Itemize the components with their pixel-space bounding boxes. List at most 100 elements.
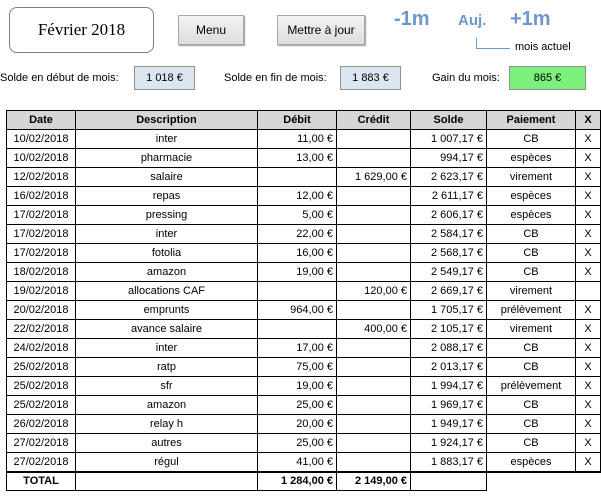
payment-cell[interactable]: espèces [486, 148, 576, 168]
description-cell[interactable]: autres [75, 433, 258, 453]
description-cell[interactable]: inter [75, 224, 258, 244]
x-cell[interactable]: X [575, 224, 601, 244]
description-cell[interactable]: relay h [75, 414, 258, 434]
description-cell[interactable]: repas [75, 186, 258, 206]
x-cell[interactable]: X [575, 357, 601, 377]
debit-cell[interactable]: 13,00 € [257, 148, 337, 168]
balance-cell[interactable]: 2 568,17 € [410, 243, 487, 263]
description-cell[interactable]: pharmacie [75, 148, 258, 168]
credit-cell[interactable] [336, 262, 411, 282]
payment-cell[interactable]: CB [486, 262, 576, 282]
x-cell[interactable]: X [575, 262, 601, 282]
credit-cell[interactable] [336, 224, 411, 244]
payment-cell[interactable]: prélèvement [486, 300, 576, 320]
credit-cell[interactable] [336, 452, 411, 472]
date-cell[interactable]: 17/02/2018 [6, 243, 76, 263]
credit-cell[interactable] [336, 148, 411, 168]
x-cell[interactable]: X [575, 186, 601, 206]
payment-cell[interactable]: CB [486, 357, 576, 377]
credit-cell[interactable] [336, 376, 411, 396]
balance-cell[interactable]: 2 611,17 € [410, 186, 487, 206]
payment-cell[interactable]: CB [486, 433, 576, 453]
balance-cell[interactable]: 2 549,17 € [410, 262, 487, 282]
debit-cell[interactable]: 964,00 € [257, 300, 337, 320]
x-cell[interactable]: X [575, 319, 601, 339]
balance-cell[interactable]: 2 606,17 € [410, 205, 487, 225]
date-cell[interactable]: 18/02/2018 [6, 262, 76, 282]
payment-cell[interactable]: CB [486, 224, 576, 244]
column-header-description[interactable]: Description [75, 110, 258, 130]
date-cell[interactable]: 26/02/2018 [6, 414, 76, 434]
description-cell[interactable]: sfr [75, 376, 258, 396]
payment-cell[interactable]: virement [486, 167, 576, 187]
column-header-payment[interactable]: Paiement [486, 110, 576, 130]
balance-cell[interactable]: 2 105,17 € [410, 319, 487, 339]
debit-cell[interactable]: 11,00 € [257, 129, 337, 149]
column-header-date[interactable]: Date [6, 110, 76, 130]
menu-button[interactable]: Menu [178, 15, 244, 45]
x-cell[interactable]: X [575, 205, 601, 225]
description-cell[interactable]: emprunts [75, 300, 258, 320]
balance-cell[interactable]: 1 949,17 € [410, 414, 487, 434]
credit-cell[interactable] [336, 186, 411, 206]
balance-cell[interactable]: 1 969,17 € [410, 395, 487, 415]
x-cell[interactable]: X [575, 129, 601, 149]
x-cell[interactable]: X [575, 300, 601, 320]
credit-cell[interactable] [336, 414, 411, 434]
payment-cell[interactable]: CB [486, 414, 576, 434]
balance-cell[interactable]: 1 994,17 € [410, 376, 487, 396]
payment-cell[interactable]: CB [486, 243, 576, 263]
payment-cell[interactable]: CB [486, 129, 576, 149]
x-cell[interactable]: X [575, 433, 601, 453]
description-cell[interactable]: allocations CAF [75, 281, 258, 301]
description-cell[interactable]: amazon [75, 395, 258, 415]
debit-cell[interactable]: 16,00 € [257, 243, 337, 263]
x-cell[interactable]: X [575, 414, 601, 434]
debit-cell[interactable]: 17,00 € [257, 338, 337, 358]
credit-cell[interactable] [336, 357, 411, 377]
debit-cell[interactable]: 22,00 € [257, 224, 337, 244]
description-cell[interactable]: inter [75, 338, 258, 358]
date-cell[interactable]: 24/02/2018 [6, 338, 76, 358]
balance-cell[interactable]: 1 924,17 € [410, 433, 487, 453]
date-cell[interactable]: 25/02/2018 [6, 395, 76, 415]
payment-cell[interactable]: prélèvement [486, 376, 576, 396]
column-header-x[interactable]: X [575, 110, 601, 130]
payment-cell[interactable]: CB [486, 395, 576, 415]
x-cell[interactable] [575, 281, 601, 301]
prev-month-button[interactable]: -1m [394, 8, 430, 31]
date-cell[interactable]: 10/02/2018 [6, 148, 76, 168]
debit-cell[interactable] [257, 281, 337, 301]
date-cell[interactable]: 12/02/2018 [6, 167, 76, 187]
description-cell[interactable]: ratp [75, 357, 258, 377]
today-button[interactable]: Auj. [458, 12, 486, 29]
description-cell[interactable]: inter [75, 129, 258, 149]
description-cell[interactable]: régul [75, 452, 258, 472]
debit-cell[interactable]: 20,00 € [257, 414, 337, 434]
credit-cell[interactable]: 400,00 € [336, 319, 411, 339]
balance-cell[interactable]: 2 669,17 € [410, 281, 487, 301]
payment-cell[interactable]: virement [486, 319, 576, 339]
balance-cell[interactable]: 1 705,17 € [410, 300, 487, 320]
credit-cell[interactable] [336, 205, 411, 225]
description-cell[interactable]: salaire [75, 167, 258, 187]
debit-cell[interactable]: 12,00 € [257, 186, 337, 206]
date-cell[interactable]: 17/02/2018 [6, 224, 76, 244]
credit-cell[interactable] [336, 300, 411, 320]
date-cell[interactable]: 16/02/2018 [6, 186, 76, 206]
debit-cell[interactable]: 75,00 € [257, 357, 337, 377]
description-cell[interactable]: pressing [75, 205, 258, 225]
credit-cell[interactable] [336, 395, 411, 415]
balance-cell[interactable]: 2 584,17 € [410, 224, 487, 244]
debit-cell[interactable]: 41,00 € [257, 452, 337, 472]
x-cell[interactable]: X [575, 395, 601, 415]
balance-cell[interactable]: 994,17 € [410, 148, 487, 168]
debit-cell[interactable]: 25,00 € [257, 433, 337, 453]
balance-cell[interactable]: 1 883,17 € [410, 452, 487, 472]
x-cell[interactable]: X [575, 148, 601, 168]
credit-cell[interactable] [336, 433, 411, 453]
balance-cell[interactable]: 2 088,17 € [410, 338, 487, 358]
credit-cell[interactable] [336, 338, 411, 358]
x-cell[interactable]: X [575, 338, 601, 358]
payment-cell[interactable]: espèces [486, 205, 576, 225]
